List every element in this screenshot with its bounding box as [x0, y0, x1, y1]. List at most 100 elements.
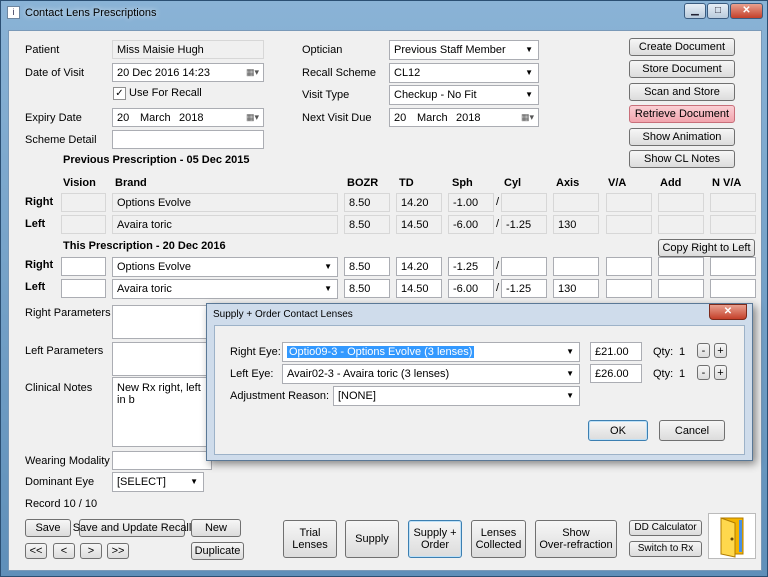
- recall-scheme-select[interactable]: CL12 ▼: [389, 63, 539, 83]
- left-slash: /: [496, 282, 500, 294]
- clinical-notes-input[interactable]: New Rx right, left in b: [112, 377, 212, 447]
- left-eye-lens-value: Avair02-3 - Avaira toric (3 lenses): [287, 368, 450, 380]
- right-sph-input[interactable]: -1.25: [448, 257, 494, 276]
- next-visit-field[interactable]: 20 March 2018 ▦▾: [389, 108, 539, 127]
- next-record-button[interactable]: >: [80, 543, 102, 559]
- ok-button[interactable]: OK: [588, 420, 648, 441]
- save-button[interactable]: Save: [25, 519, 71, 537]
- duplicate-button[interactable]: Duplicate: [191, 542, 244, 560]
- left-add-input[interactable]: [658, 279, 704, 298]
- last-record-button[interactable]: >>: [107, 543, 129, 559]
- right-parameters-input[interactable]: [112, 305, 212, 339]
- prev-right-bozr: 8.50: [344, 193, 390, 212]
- dominant-eye-select[interactable]: [SELECT] ▼: [112, 472, 204, 492]
- scan-and-store-button[interactable]: Scan and Store: [629, 83, 735, 101]
- close-button[interactable]: ✕: [730, 3, 763, 19]
- left-brand-value: Avaira toric: [117, 283, 172, 295]
- left-brand-select[interactable]: Avaira toric ▼: [112, 279, 338, 299]
- clinical-notes-label: Clinical Notes: [25, 382, 93, 394]
- patient-field: Miss Maisie Hugh: [112, 40, 264, 59]
- calendar-icon[interactable]: ▦▾: [246, 112, 259, 123]
- left-eye-lens-select[interactable]: Avair02-3 - Avaira toric (3 lenses) ▼: [282, 364, 580, 384]
- left-eye-price-input[interactable]: £26.00: [590, 364, 642, 383]
- maximize-button[interactable]: □: [707, 3, 729, 19]
- prev-left-vision: [61, 215, 106, 234]
- exit-door-icon[interactable]: [708, 513, 756, 559]
- prev-right-add: [658, 193, 704, 212]
- right-td-input[interactable]: 14.20: [396, 257, 442, 276]
- copy-right-to-left-button[interactable]: Copy Right to Left: [658, 239, 755, 257]
- left-axis-input[interactable]: 130: [553, 279, 599, 298]
- right-add-input[interactable]: [658, 257, 704, 276]
- current-left-label: Left: [25, 281, 46, 293]
- col-add: Add: [660, 177, 682, 189]
- prev-right-cyl: [501, 193, 547, 212]
- show-animation-button[interactable]: Show Animation: [629, 128, 735, 146]
- optician-select[interactable]: Previous Staff Member ▼: [389, 40, 539, 60]
- show-cl-notes-button[interactable]: Show CL Notes: [629, 150, 735, 168]
- recall-scheme-value: CL12: [394, 67, 421, 79]
- left-va-input[interactable]: [606, 279, 652, 298]
- wearing-modality-input[interactable]: [112, 451, 212, 470]
- retrieve-document-button[interactable]: Retrieve Document: [629, 105, 735, 123]
- chevron-down-icon: ▼: [525, 90, 533, 99]
- left-qty-plus-button[interactable]: +: [714, 365, 727, 380]
- wearing-modality-label: Wearing Modality: [25, 455, 110, 467]
- right-eye-lens-select[interactable]: Optio09-3 - Options Evolve (3 lenses) ▼: [282, 342, 580, 362]
- window-title: Contact Lens Prescriptions: [25, 7, 157, 19]
- date-of-visit-field[interactable]: 20 Dec 2016 14:23 ▦▾: [112, 63, 264, 82]
- supply-order-button[interactable]: Supply + Order: [408, 520, 462, 558]
- expiry-date-field[interactable]: 20 March 2018 ▦▾: [112, 108, 264, 127]
- dd-calculator-button[interactable]: DD Calculator: [629, 520, 702, 536]
- lenses-collected-button[interactable]: Lenses Collected: [471, 520, 526, 558]
- dialog-close-button[interactable]: ✕: [709, 304, 747, 320]
- left-qty-minus-button[interactable]: -: [697, 365, 710, 380]
- trial-lenses-button[interactable]: Trial Lenses: [283, 520, 337, 558]
- right-parameters-label: Right Parameters: [25, 307, 111, 319]
- right-nva-input[interactable]: [710, 257, 756, 276]
- dominant-eye-value: [SELECT]: [117, 476, 166, 488]
- show-over-refraction-button[interactable]: Show Over-refraction: [535, 520, 617, 558]
- cancel-button[interactable]: Cancel: [659, 420, 725, 441]
- left-qty-label: Qty:: [653, 368, 674, 380]
- left-nva-input[interactable]: [710, 279, 756, 298]
- right-cyl-input[interactable]: [501, 257, 547, 276]
- right-qty-plus-button[interactable]: +: [714, 343, 727, 358]
- store-document-button[interactable]: Store Document: [629, 60, 735, 78]
- minimize-button[interactable]: ▁: [684, 3, 706, 19]
- left-cyl-input[interactable]: -1.25: [501, 279, 547, 298]
- calendar-icon[interactable]: ▦▾: [521, 112, 534, 123]
- right-slash: /: [496, 260, 500, 272]
- right-qty-minus-button[interactable]: -: [697, 343, 710, 358]
- left-td-input[interactable]: 14.50: [396, 279, 442, 298]
- recall-scheme-label: Recall Scheme: [302, 67, 376, 79]
- left-sph-input[interactable]: -6.00: [448, 279, 494, 298]
- left-bozr-input[interactable]: 8.50: [344, 279, 390, 298]
- adjustment-reason-select[interactable]: [NONE] ▼: [333, 386, 580, 406]
- col-axis: Axis: [556, 177, 580, 189]
- right-brand-select[interactable]: Options Evolve ▼: [112, 257, 338, 277]
- save-and-update-recall-button[interactable]: Save and Update Recall: [73, 519, 191, 537]
- right-eye-price-input[interactable]: £21.00: [590, 342, 642, 361]
- right-axis-input[interactable]: [553, 257, 599, 276]
- previous-record-button[interactable]: <: [53, 543, 75, 559]
- switch-to-rx-button[interactable]: Switch to Rx: [629, 541, 702, 557]
- col-td: TD: [399, 177, 414, 189]
- new-button[interactable]: New: [191, 519, 241, 537]
- date-of-visit-label: Date of Visit: [25, 67, 85, 79]
- calendar-icon[interactable]: ▦▾: [246, 67, 259, 78]
- right-bozr-input[interactable]: 8.50: [344, 257, 390, 276]
- use-for-recall-checkbox[interactable]: ✓: [113, 87, 126, 100]
- expiry-month: March: [140, 112, 171, 124]
- create-document-button[interactable]: Create Document: [629, 38, 735, 56]
- right-eye-lens-value: Optio09-3 - Options Evolve (3 lenses): [287, 346, 475, 358]
- visit-type-value: Checkup - No Fit: [394, 89, 477, 101]
- right-vision-input[interactable]: [61, 257, 106, 276]
- left-parameters-input[interactable]: [112, 342, 212, 376]
- supply-button[interactable]: Supply: [345, 520, 399, 558]
- right-va-input[interactable]: [606, 257, 652, 276]
- left-vision-input[interactable]: [61, 279, 106, 298]
- visit-type-select[interactable]: Checkup - No Fit ▼: [389, 85, 539, 105]
- first-record-button[interactable]: <<: [25, 543, 47, 559]
- scheme-detail-input[interactable]: [112, 130, 264, 149]
